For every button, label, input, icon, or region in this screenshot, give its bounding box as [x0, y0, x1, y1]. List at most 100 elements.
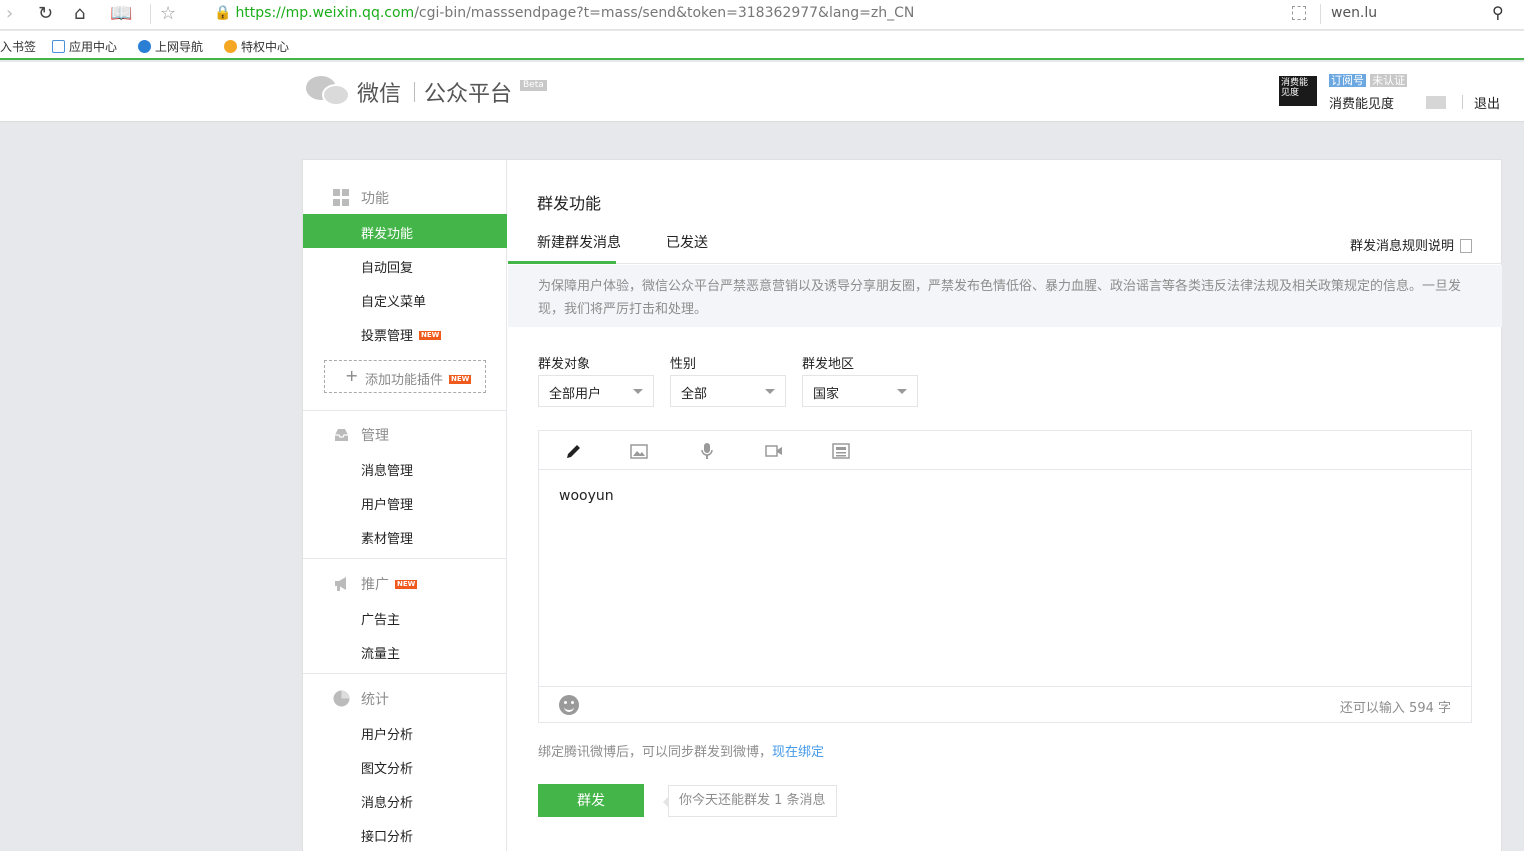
editor-toolbar: [539, 431, 1471, 470]
divider: [1462, 95, 1463, 109]
chevron-down-icon: [897, 389, 907, 394]
sidebar-item-vote[interactable]: 投票管理 NEW: [303, 316, 507, 350]
microphone-icon[interactable]: [697, 441, 717, 461]
mail-icon[interactable]: [1426, 96, 1446, 109]
sidebar-item-api-analysis[interactable]: 接口分析: [303, 817, 507, 851]
browser-search-input[interactable]: wen.lu: [1331, 5, 1377, 21]
qr-code-icon[interactable]: [1292, 6, 1306, 20]
sidebar-item-label: 自动回复: [361, 261, 414, 276]
bookmark-item[interactable]: 入书签: [0, 38, 36, 55]
logout-link[interactable]: 退出: [1474, 93, 1500, 112]
sidebar-item-label: 用户分析: [361, 728, 414, 743]
reader-icon[interactable]: 📖: [110, 4, 132, 24]
sidebar-item-label: 素材管理: [361, 532, 414, 547]
url-path: /cgi-bin/masssendpage?t=mass/send&token=…: [414, 5, 915, 21]
content-area: 群发功能 新建群发消息 已发送 群发消息规则说明 为保障用户体验，微信公众平台严…: [508, 160, 1502, 851]
page-title: 群发功能: [537, 194, 602, 213]
logo-platform-text: 公众平台: [424, 82, 513, 107]
filter-label: 群发地区: [802, 357, 855, 372]
tab-sent[interactable]: 已发送: [666, 226, 708, 264]
divider: [150, 4, 151, 24]
message-text-area[interactable]: wooyun: [559, 488, 614, 504]
url-field[interactable]: 🔒 https://mp.weixin.qq.com/cgi-bin/massse…: [214, 5, 914, 21]
account-tags: 订阅号 未认证: [1329, 73, 1408, 88]
rules-link[interactable]: 群发消息规则说明: [1350, 235, 1472, 254]
region-select[interactable]: 国家: [802, 375, 918, 407]
bookmark-item[interactable]: 应用中心: [52, 38, 117, 55]
gender-select[interactable]: 全部: [670, 375, 786, 407]
sidebar-item-advertiser[interactable]: 广告主: [303, 600, 507, 634]
sidebar-item-article-analysis[interactable]: 图文分析: [303, 749, 507, 783]
favorite-star-icon[interactable]: ☆: [160, 4, 176, 24]
sidebar-item-publisher[interactable]: 流量主: [303, 634, 507, 668]
menu-head-stats: 统计: [303, 681, 507, 715]
select-value: 全部用户: [549, 387, 602, 402]
video-icon[interactable]: [764, 441, 784, 461]
browser-address-bar: › ↻ ⌂ 📖 ☆ 🔒 https://mp.weixin.qq.com/cgi-…: [0, 0, 1524, 30]
image-icon[interactable]: [629, 441, 649, 461]
search-icon[interactable]: ⚲: [1492, 3, 1504, 22]
forward-icon[interactable]: ›: [6, 4, 13, 24]
target-select[interactable]: 全部用户: [538, 375, 654, 407]
ie-icon: [138, 40, 151, 53]
lock-icon: 🔒: [214, 5, 232, 21]
menu-head-label: 推广: [361, 577, 389, 593]
wechat-logo-icon: [306, 74, 352, 110]
sidebar-item-label: 广告主: [361, 613, 401, 628]
url-host: mp.weixin.qq.com: [285, 5, 415, 21]
message-editor: wooyun 还可以输入 594 字: [538, 430, 1472, 723]
privilege-icon: [224, 40, 237, 53]
add-plugin-button[interactable]: + 添加功能插件 NEW: [324, 360, 486, 393]
select-value: 全部: [681, 387, 708, 402]
filter-gender: 性别 全部: [670, 353, 786, 407]
tab-new-mass-message[interactable]: 新建群发消息: [508, 226, 621, 264]
avatar[interactable]: 消费能见度: [1279, 76, 1317, 106]
inbox-icon: [335, 429, 348, 441]
filter-label: 性别: [670, 357, 697, 372]
bookmark-item[interactable]: 上网导航: [138, 38, 203, 55]
bind-now-link[interactable]: 现在绑定: [772, 745, 824, 760]
menu-head-manage: 管理: [303, 417, 507, 451]
new-badge: NEW: [419, 331, 442, 340]
menu-head-promote: 推广 NEW: [303, 566, 507, 600]
send-button[interactable]: 群发: [538, 784, 644, 817]
verification-badge: 未认证: [1370, 74, 1408, 87]
sidebar-item-messages[interactable]: 消息管理: [303, 451, 507, 485]
tab-label: 已发送: [666, 235, 708, 251]
sidebar-item-label: 消息分析: [361, 796, 414, 811]
editor-footer: 还可以输入 594 字: [539, 686, 1471, 723]
sidebar-item-mass-send[interactable]: 群发功能: [303, 214, 507, 248]
sidebar-item-label: 接口分析: [361, 830, 414, 845]
sidebar-item-auto-reply[interactable]: 自动回复: [303, 248, 507, 282]
divider: [303, 410, 507, 411]
tab-label: 新建群发消息: [537, 235, 621, 251]
article-icon[interactable]: [831, 441, 851, 461]
sidebar-item-materials[interactable]: 素材管理: [303, 519, 507, 553]
char-counter: 还可以输入 594 字: [1339, 701, 1451, 716]
emoji-icon[interactable]: [559, 695, 579, 715]
divider: [1320, 4, 1321, 24]
filter-region: 群发地区 国家: [802, 353, 918, 407]
home-icon[interactable]: ⌂: [74, 4, 85, 24]
menu-head-label: 功能: [361, 191, 389, 207]
site-header: 微信 公众平台 Beta 消费能见度 订阅号 未认证 消费能见度 退出: [0, 62, 1524, 122]
app-center-icon: [52, 40, 65, 53]
account-type-badge: 订阅号: [1329, 74, 1366, 87]
filter-target: 群发对象 全部用户: [538, 353, 654, 407]
pencil-icon[interactable]: [564, 441, 584, 461]
send-quota-tip: 你今天还能群发 1 条消息: [663, 785, 837, 817]
sidebar-item-custom-menu[interactable]: 自定义菜单: [303, 282, 507, 316]
chevron-down-icon: [633, 389, 643, 394]
reload-icon[interactable]: ↻: [38, 4, 53, 24]
sidebar-item-user-analysis[interactable]: 用户分析: [303, 715, 507, 749]
new-badge: NEW: [395, 580, 418, 589]
bookmark-item[interactable]: 特权中心: [224, 38, 289, 55]
sidebar-item-users[interactable]: 用户管理: [303, 485, 507, 519]
sidebar-item-label: 消息管理: [361, 464, 414, 479]
sidebar-item-label: 投票管理: [361, 329, 414, 344]
account-name[interactable]: 消费能见度: [1329, 93, 1394, 112]
menu-head-function: 功能: [303, 180, 507, 214]
sidebar-item-label: 图文分析: [361, 762, 414, 777]
policy-notice: 为保障用户体验，微信公众平台严禁恶意营销以及诱导分享朋友圈，严禁发布色情低俗、暴…: [508, 265, 1502, 327]
sidebar-item-message-analysis[interactable]: 消息分析: [303, 783, 507, 817]
